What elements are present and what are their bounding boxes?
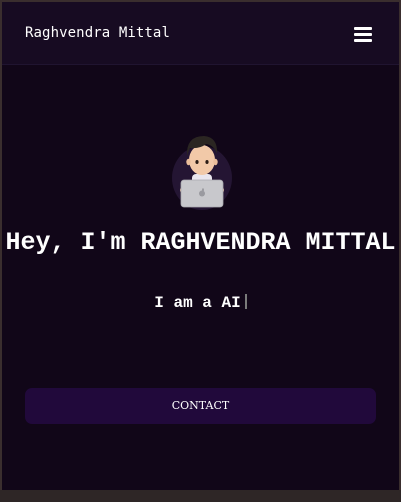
navbar: Raghvendra Mittal (2, 2, 399, 65)
contact-button[interactable]: CONTACT (25, 388, 376, 424)
typing-cursor (244, 294, 247, 309)
hero-title: Hey, I'm RAGHVENDRA MITTAL (5, 228, 396, 257)
typed-text: I am a AI (154, 294, 241, 312)
brand-name[interactable]: Raghvendra Mittal (25, 25, 170, 41)
avatar-icon (172, 136, 232, 210)
hero-subtitle: I am a AI (2, 293, 399, 313)
page-frame: Raghvendra Mittal Hey, I'm RAGHVENDRA MI… (2, 2, 399, 490)
bottom-strip (0, 490, 401, 502)
hamburger-menu-icon[interactable] (352, 24, 374, 44)
